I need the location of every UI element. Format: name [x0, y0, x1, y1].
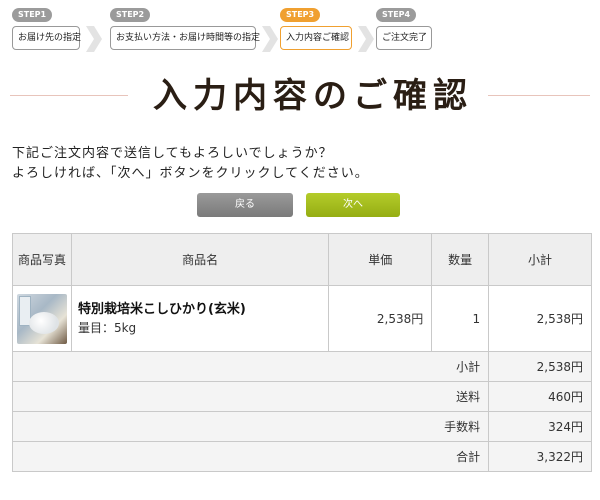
- step-label: お支払い方法・お届け時間等の指定: [110, 26, 260, 50]
- summary-label: 小計: [11, 351, 490, 382]
- step-badge: STEP1: [12, 8, 53, 22]
- step-badge: STEP2: [110, 8, 151, 22]
- chevron-right-icon: [86, 26, 102, 52]
- title-divider: [488, 95, 590, 96]
- column-header-photo: 商品写真: [12, 233, 72, 286]
- product-subtotal: 2,538円: [488, 285, 592, 352]
- product-name-cell: 特別栽培米こしひかり(玄米) 量目：5kg: [70, 285, 330, 352]
- summary-value: 460円: [488, 381, 592, 412]
- step-label: ご注文完了: [376, 26, 432, 50]
- next-button[interactable]: 次へ: [306, 193, 400, 217]
- column-header-name: 商品名: [70, 233, 330, 286]
- summary-label: 合計: [11, 441, 490, 472]
- step-label: お届け先の指定: [12, 26, 81, 50]
- summary-row-total: 合計 3,322円: [11, 441, 592, 472]
- column-header-price: 単価: [328, 233, 433, 286]
- summary-value: 324円: [488, 411, 592, 442]
- step-label: 入力内容ご確認: [280, 26, 352, 50]
- product-qty: 1: [431, 285, 490, 352]
- summary-row-shipping: 送料 460円: [11, 381, 592, 412]
- chevron-right-icon: [358, 26, 374, 52]
- summary-row-subtotal: 小計 2,538円: [11, 351, 592, 382]
- message-line: 下記ご注文内容で送信してもよろしいでしょうか？: [12, 146, 333, 161]
- chevron-right-icon: [262, 26, 278, 52]
- product-name: 特別栽培米こしひかり(玄米): [77, 301, 246, 317]
- product-image: [16, 293, 67, 344]
- step-badge: STEP3: [280, 8, 321, 22]
- product-price: 2,538円: [328, 285, 433, 352]
- summary-label: 送料: [11, 381, 490, 412]
- product-weight: 量目：5kg: [77, 320, 137, 335]
- column-header-qty: 数量: [431, 233, 490, 286]
- table-header-row: 商品写真 商品名 単価 数量 小計: [12, 233, 592, 286]
- title-divider: [10, 95, 128, 96]
- order-table: 商品写真 商品名 単価 数量 小計 特別栽培米こしひかり(玄米) 量目：5kg …: [11, 233, 592, 472]
- table-row: 特別栽培米こしひかり(玄米) 量目：5kg 2,538円 1 2,538円: [12, 285, 592, 352]
- summary-label: 手数料: [11, 411, 490, 442]
- checkout-steps: STEP1 お届け先の指定 STEP2 お支払い方法・お届け時間等の指定 STE…: [12, 8, 592, 52]
- page-title-section: 入力内容のご確認: [10, 74, 590, 118]
- summary-value: 3,322円: [488, 441, 592, 472]
- summary-value: 2,538円: [488, 351, 592, 382]
- step-badge: STEP4: [376, 8, 417, 22]
- product-photo-cell: [12, 285, 72, 352]
- summary-row-fee: 手数料 324円: [11, 411, 592, 442]
- message-line: よろしければ、「次へ」ボタンをクリックしてください。: [12, 166, 369, 181]
- column-header-subtotal: 小計: [488, 233, 592, 286]
- back-button[interactable]: 戻る: [197, 193, 293, 217]
- confirmation-message: 下記ご注文内容で送信してもよろしいでしょうか？ よろしければ、「次へ」ボタンをク…: [12, 144, 369, 184]
- page-title: 入力内容のご確認: [153, 76, 473, 116]
